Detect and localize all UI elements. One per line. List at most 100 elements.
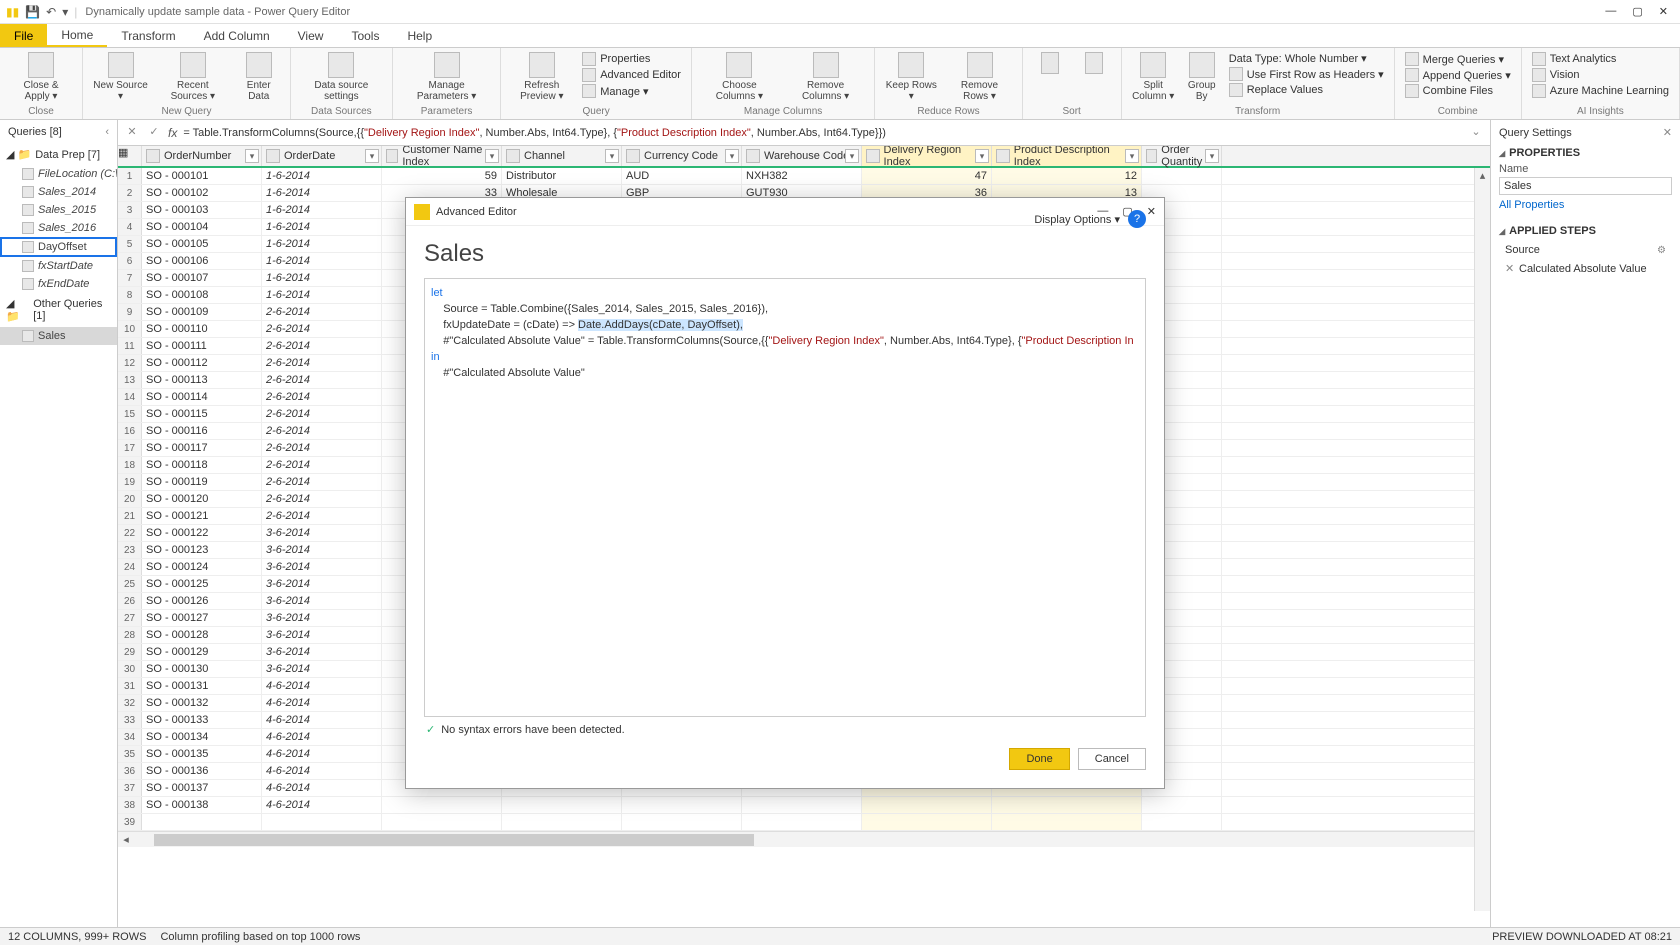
column-header-customer-name-index[interactable]: Customer Name Index▾ <box>382 146 502 166</box>
row-number[interactable]: 11 <box>118 338 142 354</box>
row-number[interactable]: 8 <box>118 287 142 303</box>
filter-icon[interactable]: ▾ <box>975 149 989 163</box>
filter-icon[interactable]: ▾ <box>1125 149 1139 163</box>
cell[interactable]: 2-6-2014 <box>262 440 382 456</box>
query-item-sales-2015[interactable]: Sales_2015 <box>0 201 117 219</box>
cell[interactable]: 2-6-2014 <box>262 355 382 371</box>
cell[interactable]: 2-6-2014 <box>262 304 382 320</box>
cell[interactable]: 1-6-2014 <box>262 270 382 286</box>
cell[interactable] <box>502 814 622 830</box>
row-number[interactable]: 9 <box>118 304 142 320</box>
cell[interactable]: 4-6-2014 <box>262 678 382 694</box>
filter-icon[interactable]: ▾ <box>245 149 259 163</box>
vision-button[interactable]: Vision <box>1530 68 1671 82</box>
cell[interactable] <box>862 797 992 813</box>
accept-formula-icon[interactable]: ✓ <box>146 125 162 141</box>
recent-sources-button[interactable]: Recent Sources ▾ <box>154 50 232 104</box>
table-row[interactable]: 38SO - 0001384-6-2014 <box>118 797 1490 814</box>
cell[interactable]: 4-6-2014 <box>262 695 382 711</box>
replace-values-button[interactable]: Replace Values <box>1227 83 1386 97</box>
close-settings-icon[interactable]: ✕ <box>1663 126 1672 139</box>
text-analytics-button[interactable]: Text Analytics <box>1530 52 1671 66</box>
table-row[interactable]: 1SO - 0001011-6-201459DistributorAUDNXH3… <box>118 168 1490 185</box>
data-source-settings-button[interactable]: Data source settings <box>297 50 386 104</box>
append-queries-button[interactable]: Append Queries ▾ <box>1403 68 1513 82</box>
step-source[interactable]: Source⚙ <box>1499 241 1672 259</box>
row-number[interactable]: 38 <box>118 797 142 813</box>
cell[interactable]: 2-6-2014 <box>262 406 382 422</box>
filter-icon[interactable]: ▾ <box>485 149 499 163</box>
cell[interactable]: 1-6-2014 <box>262 168 382 184</box>
row-number[interactable]: 27 <box>118 610 142 626</box>
properties-section[interactable]: PROPERTIES <box>1499 147 1672 159</box>
cell[interactable] <box>622 814 742 830</box>
formula-input[interactable]: = Table.TransformColumns(Source,{{"Deliv… <box>183 126 1462 139</box>
azure-ml-button[interactable]: Azure Machine Learning <box>1530 84 1671 98</box>
manage-button[interactable]: Manage ▾ <box>580 84 683 98</box>
query-item-dayoffset[interactable]: DayOffset <box>0 237 117 257</box>
row-number[interactable]: 12 <box>118 355 142 371</box>
filter-icon[interactable]: ▾ <box>845 149 859 163</box>
cancel-formula-icon[interactable]: ✕ <box>124 125 140 141</box>
sort-desc-button[interactable] <box>1073 50 1115 78</box>
refresh-preview-button[interactable]: Refresh Preview ▾ <box>507 50 576 104</box>
sort-asc-button[interactable] <box>1029 50 1071 78</box>
cell[interactable]: SO - 000114 <box>142 389 262 405</box>
cell[interactable]: SO - 000105 <box>142 236 262 252</box>
cell[interactable]: 1-6-2014 <box>262 253 382 269</box>
cell[interactable]: SO - 000122 <box>142 525 262 541</box>
cell[interactable]: SO - 000126 <box>142 593 262 609</box>
cell[interactable]: SO - 000118 <box>142 457 262 473</box>
tab-file[interactable]: File <box>0 24 47 47</box>
cell[interactable]: 2-6-2014 <box>262 372 382 388</box>
cell[interactable]: 3-6-2014 <box>262 644 382 660</box>
maximize-button[interactable]: ▢ <box>1632 5 1642 18</box>
cell[interactable]: 12 <box>992 168 1142 184</box>
cell[interactable]: SO - 000128 <box>142 627 262 643</box>
choose-columns-button[interactable]: Choose Columns ▾ <box>698 50 781 104</box>
row-number[interactable]: 35 <box>118 746 142 762</box>
data-type-button[interactable]: Data Type: Whole Number ▾ <box>1227 52 1386 65</box>
tab-transform[interactable]: Transform <box>107 24 189 47</box>
cell[interactable]: 3-6-2014 <box>262 576 382 592</box>
row-number[interactable]: 14 <box>118 389 142 405</box>
cell[interactable]: 2-6-2014 <box>262 423 382 439</box>
advanced-editor-button[interactable]: Advanced Editor <box>580 68 683 82</box>
tab-add-column[interactable]: Add Column <box>190 24 284 47</box>
cell[interactable]: 3-6-2014 <box>262 525 382 541</box>
merge-queries-button[interactable]: Merge Queries ▾ <box>1403 52 1513 66</box>
row-number[interactable]: 10 <box>118 321 142 337</box>
cell[interactable]: SO - 000104 <box>142 219 262 235</box>
query-item-filelocation-c-[interactable]: FileLocation (C:\... <box>0 165 117 183</box>
cell[interactable]: SO - 000110 <box>142 321 262 337</box>
query-group-dataprep[interactable]: ◢ 📁 Data Prep [7] <box>0 144 117 165</box>
cell[interactable]: SO - 000123 <box>142 542 262 558</box>
cell[interactable]: 2-6-2014 <box>262 338 382 354</box>
step-calc-abs[interactable]: ✕Calculated Absolute Value <box>1499 259 1672 278</box>
cell[interactable]: SO - 000112 <box>142 355 262 371</box>
column-header-currency-code[interactable]: Currency Code▾ <box>622 146 742 166</box>
filter-icon[interactable]: ▾ <box>725 149 739 163</box>
cell[interactable] <box>382 797 502 813</box>
cell[interactable]: SO - 000131 <box>142 678 262 694</box>
applied-steps-section[interactable]: APPLIED STEPS <box>1499 225 1672 237</box>
cell[interactable]: SO - 000119 <box>142 474 262 490</box>
save-icon[interactable]: 💾 <box>25 5 40 19</box>
row-number[interactable]: 7 <box>118 270 142 286</box>
redo-icon[interactable]: ▾ <box>62 5 68 19</box>
split-column-button[interactable]: Split Column ▾ <box>1128 50 1179 104</box>
cell[interactable]: Distributor <box>502 168 622 184</box>
cell[interactable]: SO - 000133 <box>142 712 262 728</box>
cell[interactable] <box>142 814 262 830</box>
cell[interactable]: 2-6-2014 <box>262 491 382 507</box>
delete-step-icon[interactable]: ✕ <box>1505 262 1515 275</box>
row-number[interactable]: 36 <box>118 763 142 779</box>
cell[interactable]: AUD <box>622 168 742 184</box>
row-number[interactable]: 30 <box>118 661 142 677</box>
fx-icon[interactable]: fx <box>168 126 177 140</box>
cell[interactable] <box>742 797 862 813</box>
query-item-sales[interactable]: Sales <box>0 327 117 345</box>
close-apply-button[interactable]: Close & Apply ▾ <box>6 50 76 104</box>
cell[interactable]: SO - 000136 <box>142 763 262 779</box>
cell[interactable]: 1-6-2014 <box>262 202 382 218</box>
